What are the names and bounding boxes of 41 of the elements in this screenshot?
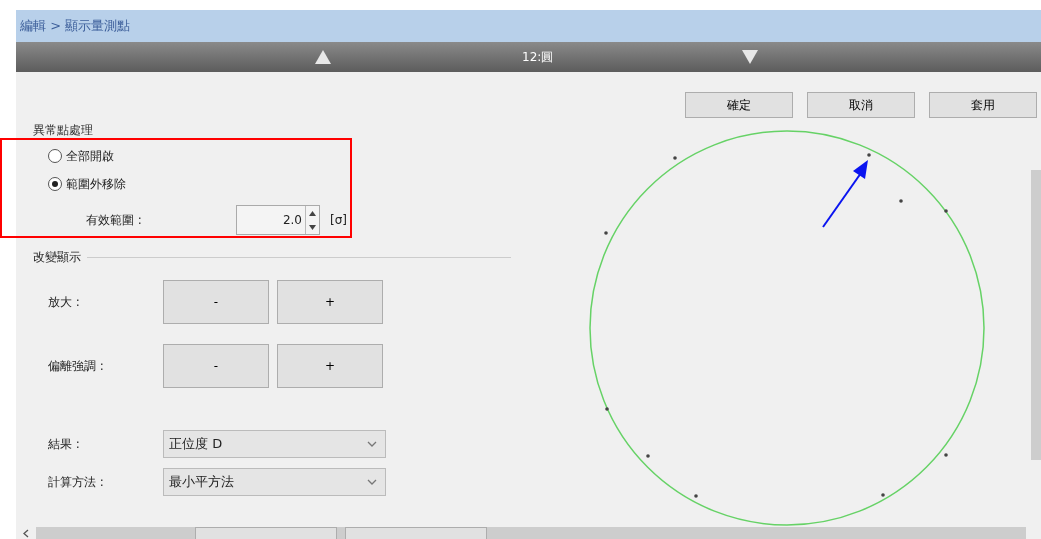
section-heading: 改變顯示 bbox=[33, 249, 81, 266]
action-button[interactable]: 套用 bbox=[929, 92, 1037, 118]
measurement-point bbox=[694, 494, 698, 498]
section-heading: 異常點處理 bbox=[33, 122, 94, 139]
annotation-arrow bbox=[821, 157, 871, 229]
measurement-point bbox=[646, 454, 650, 458]
radio-label: 全部開啟 bbox=[66, 147, 114, 165]
select-label: 計算方法 : bbox=[48, 473, 105, 491]
action-button[interactable]: 取消 bbox=[807, 92, 915, 118]
control-label: 放大 : bbox=[48, 293, 81, 311]
measurement-point bbox=[881, 493, 885, 497]
item-title: 12:圓 bbox=[522, 48, 554, 66]
chevron-icon bbox=[367, 441, 377, 447]
chevron-icon bbox=[367, 479, 377, 485]
radio-label: 範圍外移除 bbox=[66, 175, 126, 193]
measurement-point bbox=[605, 407, 609, 411]
step-button[interactable]: + bbox=[277, 280, 383, 324]
measurement-point bbox=[944, 453, 948, 457]
select-label: 結果 : bbox=[48, 435, 81, 453]
measurement-point bbox=[867, 153, 871, 157]
range-label: 有效範圍 : bbox=[86, 211, 143, 229]
step-button[interactable]: - bbox=[163, 280, 269, 324]
step-button[interactable]: - bbox=[163, 344, 269, 388]
measurement-point bbox=[673, 156, 677, 160]
action-button[interactable]: 確定 bbox=[685, 92, 793, 118]
measurement-point bbox=[944, 209, 948, 213]
measurement-point bbox=[604, 231, 608, 235]
up-arrow-icon[interactable] bbox=[314, 49, 332, 65]
step-button[interactable]: + bbox=[277, 344, 383, 388]
dropdown[interactable]: 正位度 D bbox=[163, 430, 386, 458]
breadcrumb: 編輯 > 顯示量測點 bbox=[20, 17, 131, 35]
dropdown[interactable]: 最小平方法 bbox=[163, 468, 386, 496]
down-arrow-icon[interactable] bbox=[741, 49, 760, 65]
scrollbar[interactable] bbox=[1031, 170, 1041, 460]
radio-button[interactable] bbox=[48, 149, 62, 163]
measurement-point bbox=[899, 199, 903, 203]
range-spinner[interactable]: 2.0 bbox=[236, 205, 320, 235]
unit-label: [σ] bbox=[330, 213, 347, 227]
control-label: 偏離強調 : bbox=[48, 357, 105, 375]
radio-button[interactable] bbox=[48, 177, 62, 191]
scroll-left-icon[interactable] bbox=[23, 528, 29, 538]
